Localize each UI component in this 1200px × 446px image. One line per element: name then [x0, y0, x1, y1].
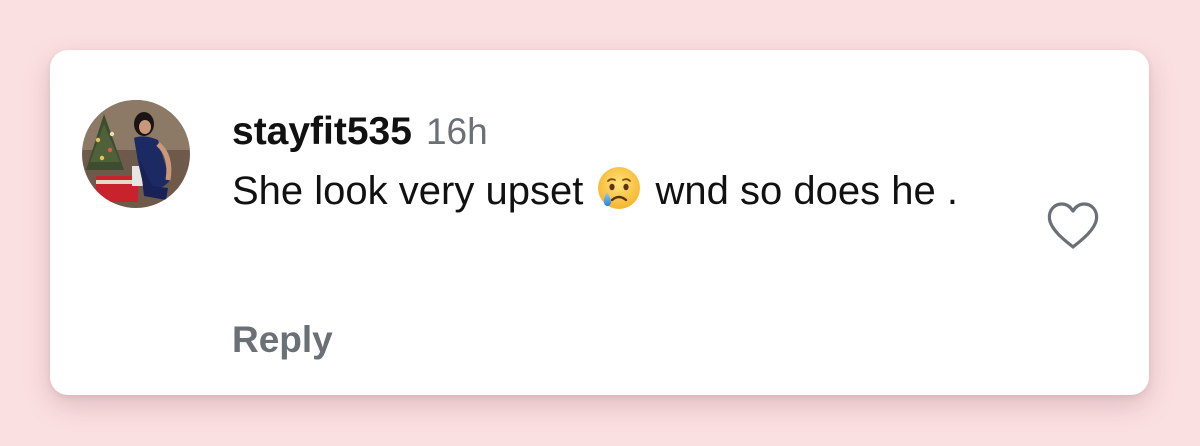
comment-text: She look very upset wnd so does he .	[232, 160, 1022, 222]
username-link[interactable]: stayfit535	[232, 108, 412, 156]
avatar-photo	[82, 100, 190, 208]
avatar[interactable]	[82, 100, 190, 208]
like-button[interactable]	[1045, 200, 1101, 252]
comment-timestamp: 16h	[425, 111, 488, 152]
comment-meta: stayfit535 16h	[232, 108, 1032, 156]
comment-card: stayfit535 16h She look very upset wnd s…	[50, 50, 1149, 395]
crying-face-icon	[596, 165, 642, 211]
comment-text-end: wnd so does he .	[644, 169, 958, 213]
heart-icon	[1047, 202, 1099, 249]
reply-button[interactable]: Reply	[232, 316, 333, 364]
comment-text-start: She look very upset	[232, 169, 595, 213]
comment-body: stayfit535 16h She look very upset wnd s…	[232, 108, 1032, 222]
